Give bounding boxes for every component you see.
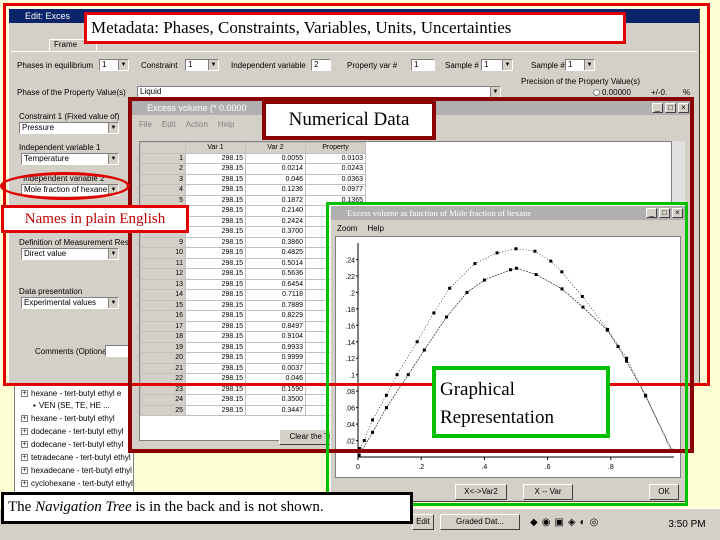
tree-item[interactable]: ▪ VEN (SE, TE, HE ... <box>33 401 110 410</box>
tree-item[interactable]: + dodecane - tert-butyl ethyl <box>21 427 124 436</box>
tree-item[interactable]: + hexadecane - tert-butyl ethyl <box>21 466 132 475</box>
network-icon[interactable]: ◆ <box>530 517 538 528</box>
metadata-callout: Metadata: Phases, Constraints, Variables… <box>84 12 626 44</box>
clock: 3:50 PM <box>668 519 706 530</box>
tree-item[interactable]: + hexane - tert-butyl ethyl e <box>21 389 121 398</box>
chat-icon[interactable]: ◐ <box>580 517 586 528</box>
tree-item[interactable]: + hexane - tert-butyl ethyl <box>21 414 115 423</box>
taskbar-item-graded-data[interactable]: Graded Dat... <box>440 514 520 530</box>
expand-icon[interactable]: + <box>21 415 28 422</box>
numerical-data-callout: Numerical Data <box>262 100 436 140</box>
navigation-tree-callout: The Navigation Tree is in the back and i… <box>1 492 413 524</box>
printer-icon[interactable]: ▣ <box>554 517 563 528</box>
tray-icons: ◆ ◉ ▣ ◈ ◐ ◎ <box>530 517 598 528</box>
shield-icon[interactable]: ◈ <box>568 517 576 528</box>
tree-item[interactable]: + tetradecane - tert-butyl ethyl <box>21 453 131 462</box>
expand-icon[interactable]: + <box>21 454 28 461</box>
tree-item[interactable]: + cyclohexane - tert-butyl ethyl <box>21 479 133 488</box>
expand-icon[interactable]: + <box>21 467 28 474</box>
navigation-tree: + hexane - tert-butyl ethyl e ▪ VEN (SE, T… <box>14 384 134 500</box>
taskbar-item-edit[interactable]: Edit <box>412 514 434 530</box>
graphical-callout: Graphical Representation <box>432 366 610 438</box>
expand-icon[interactable]: + <box>21 441 28 448</box>
plain-english-ellipse <box>0 172 130 200</box>
tree-item[interactable]: + dodecane - tert-butyl ethyl <box>21 440 124 449</box>
expand-icon[interactable]: + <box>21 390 28 397</box>
expand-icon[interactable]: + <box>21 428 28 435</box>
graphical-highlight <box>326 202 688 506</box>
plain-english-callout: Names in plain English <box>1 205 189 233</box>
expand-icon[interactable]: + <box>21 480 28 487</box>
folder-icon: ▪ <box>33 401 36 410</box>
volume-icon[interactable]: ◉ <box>542 517 551 528</box>
update-icon[interactable]: ◎ <box>590 517 599 528</box>
